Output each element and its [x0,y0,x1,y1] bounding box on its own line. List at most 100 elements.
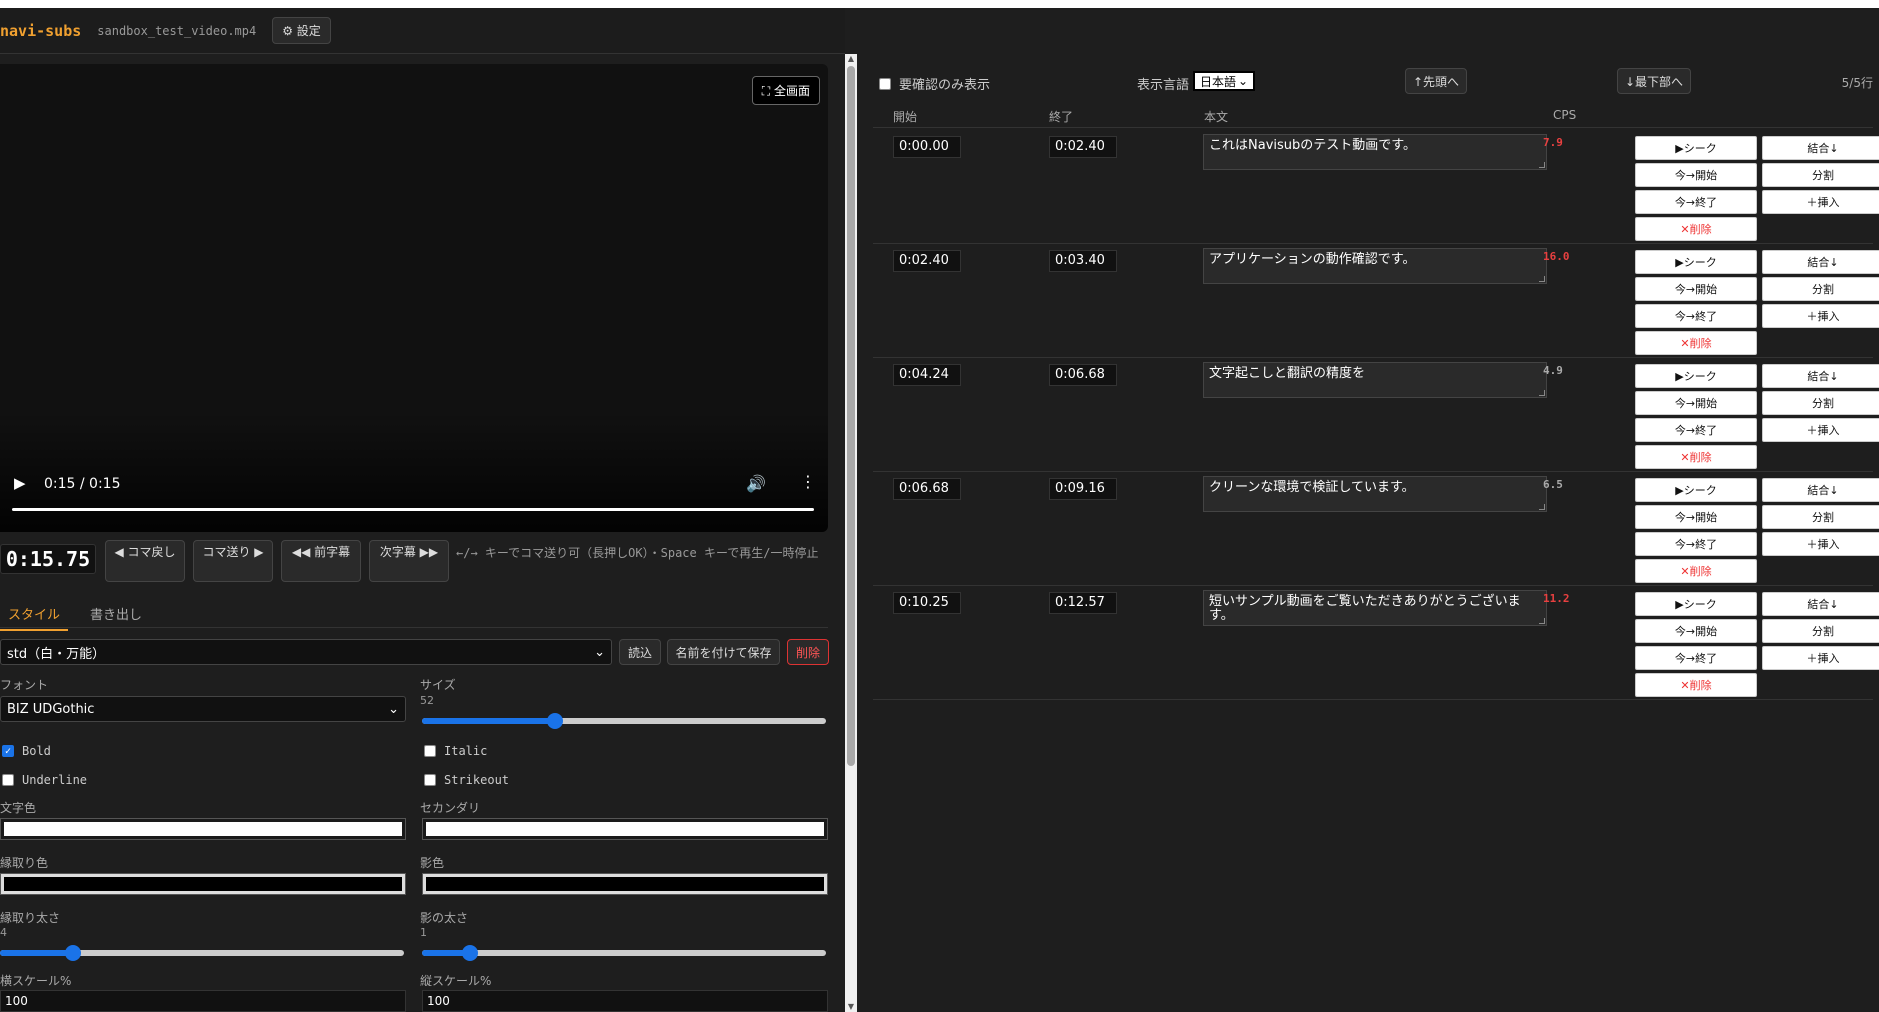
size-slider-thumb[interactable] [547,713,564,729]
text-color-picker[interactable] [0,818,406,840]
left-pane-scrollbar[interactable]: ▲ ▼ [845,54,857,1012]
prev-frame-button[interactable]: ◀ コマ戻し [105,540,185,582]
delete-row-button[interactable]: ✕削除 [1635,673,1757,697]
insert-button[interactable]: ＋挿入 [1762,190,1879,214]
shadow-slider-thumb[interactable] [462,945,479,961]
fullscreen-button[interactable]: ⛶ 全画面 [751,76,820,105]
insert-button[interactable]: ＋挿入 [1762,532,1879,556]
start-time-input[interactable]: 0:04.24 [893,364,961,386]
cps-value: 4.9 [1543,364,1563,377]
video-player[interactable]: ⛶ 全画面 ▶ 0:15 / 0:15 🔊 ⋮ [0,64,828,532]
set-end-now-button[interactable]: 今→終了 [1635,646,1757,670]
set-start-now-button[interactable]: 今→開始 [1635,619,1757,643]
end-time-input[interactable]: 0:06.68 [1049,364,1117,386]
insert-button[interactable]: ＋挿入 [1762,304,1879,328]
seek-button[interactable]: ▶シーク [1635,478,1757,502]
scrollbar-thumb[interactable] [847,66,855,766]
set-end-now-button[interactable]: 今→終了 [1635,190,1757,214]
end-time-input[interactable]: 0:12.57 [1049,592,1117,614]
style-preset-select[interactable]: std（白・万能） ⌄ [0,639,612,665]
delete-preset-button[interactable]: 削除 [787,639,829,665]
seek-button[interactable]: ▶シーク [1635,136,1757,160]
set-end-now-button[interactable]: 今→終了 [1635,418,1757,442]
insert-button[interactable]: ＋挿入 [1762,418,1879,442]
resize-grip-icon[interactable] [1539,162,1545,168]
resize-grip-icon[interactable] [1539,504,1545,510]
save-as-button[interactable]: 名前を付けて保存 [667,639,780,665]
subtitle-text-input[interactable]: 文字起こしと翻訳の精度を [1203,362,1547,398]
scroll-down-icon[interactable]: ▼ [845,1002,857,1012]
seek-button[interactable]: ▶シーク [1635,250,1757,274]
subtitle-text-input[interactable]: アプリケーションの動作確認です。 [1203,248,1547,284]
italic-checkbox[interactable]: Italic [424,744,487,758]
display-language-select[interactable]: 日本語 ⌄ [1193,71,1255,91]
seek-button[interactable]: ▶シーク [1635,592,1757,616]
outline-slider-thumb[interactable] [64,945,81,961]
delete-row-button[interactable]: ✕削除 [1635,559,1757,583]
set-end-now-button[interactable]: 今→終了 [1635,304,1757,328]
delete-row-button[interactable]: ✕削除 [1635,217,1757,241]
merge-down-button[interactable]: 結合↓ [1762,136,1879,160]
split-button[interactable]: 分割 [1762,391,1879,415]
bold-checkbox[interactable]: ✓ Bold [2,744,51,758]
merge-down-button[interactable]: 結合↓ [1762,250,1879,274]
size-slider-fill [422,718,556,724]
split-button[interactable]: 分割 [1762,163,1879,187]
secondary-color-picker[interactable] [422,818,828,840]
outline-color-label: 縁取り色 [0,856,49,870]
language-selected-value: 日本語 [1199,74,1236,89]
merge-down-button[interactable]: 結合↓ [1762,364,1879,388]
scale-y-input[interactable]: 100 [422,990,828,1012]
merge-down-button[interactable]: 結合↓ [1762,478,1879,502]
next-frame-button[interactable]: コマ送り ▶ [193,540,273,582]
font-select[interactable]: BIZ UDGothic ⌄ [0,696,406,722]
scale-x-input[interactable]: 100 [0,990,406,1012]
delete-row-button[interactable]: ✕削除 [1635,331,1757,355]
subtitle-text-input[interactable]: クリーンな環境で検証しています。 [1203,476,1547,512]
outline-color-picker[interactable] [0,873,406,895]
end-time-input[interactable]: 0:03.40 [1049,250,1117,272]
seek-button[interactable]: ▶シーク [1635,364,1757,388]
needs-review-checkbox[interactable]: 要確認のみ表示 [879,74,990,93]
prev-subtitle-button[interactable]: ◀◀ 前字幕 [281,540,361,582]
subtitle-text-input[interactable]: これはNavisubのテスト動画です。 [1203,134,1547,170]
next-subtitle-button[interactable]: 次字幕 ▶▶ [369,540,449,582]
video-progress-bar[interactable] [12,508,814,511]
set-start-now-button[interactable]: 今→開始 [1635,277,1757,301]
end-time-input[interactable]: 0:02.40 [1049,136,1117,158]
split-button[interactable]: 分割 [1762,505,1879,529]
insert-button[interactable]: ＋挿入 [1762,646,1879,670]
set-start-now-button[interactable]: 今→開始 [1635,163,1757,187]
start-time-input[interactable]: 0:00.00 [893,136,961,158]
scroll-up-icon[interactable]: ▲ [845,54,857,64]
scroll-to-top-button[interactable]: ↑先頭へ [1405,68,1467,94]
start-time-input[interactable]: 0:06.68 [893,478,961,500]
set-end-now-button[interactable]: 今→終了 [1635,532,1757,556]
start-time-input[interactable]: 0:10.25 [893,592,961,614]
load-preset-button[interactable]: 読込 [619,639,661,665]
split-button[interactable]: 分割 [1762,619,1879,643]
set-start-now-button[interactable]: 今→開始 [1635,505,1757,529]
resize-grip-icon[interactable] [1539,618,1545,624]
shadow-color-picker[interactable] [422,873,828,895]
volume-icon[interactable]: 🔊 [746,474,766,493]
secondary-color-label: セカンダリ [420,801,481,815]
settings-button[interactable]: ⚙ 設定 [272,17,331,44]
scroll-to-bottom-button[interactable]: ↓最下部へ [1617,68,1691,94]
merge-down-button[interactable]: 結合↓ [1762,592,1879,616]
size-slider[interactable] [422,713,826,729]
strikeout-checkbox[interactable]: Strikeout [424,773,509,787]
more-options-icon[interactable]: ⋮ [800,472,816,491]
outline-width-slider[interactable] [0,945,404,961]
subtitle-text-input[interactable]: 短いサンプル動画をご覧いただきありがとうございます。 [1203,590,1547,626]
play-icon[interactable]: ▶ [14,474,26,492]
underline-checkbox[interactable]: Underline [2,773,87,787]
start-time-input[interactable]: 0:02.40 [893,250,961,272]
end-time-input[interactable]: 0:09.16 [1049,478,1117,500]
resize-grip-icon[interactable] [1539,276,1545,282]
delete-row-button[interactable]: ✕削除 [1635,445,1757,469]
set-start-now-button[interactable]: 今→開始 [1635,391,1757,415]
resize-grip-icon[interactable] [1539,390,1545,396]
shadow-width-slider[interactable] [422,945,826,961]
split-button[interactable]: 分割 [1762,277,1879,301]
